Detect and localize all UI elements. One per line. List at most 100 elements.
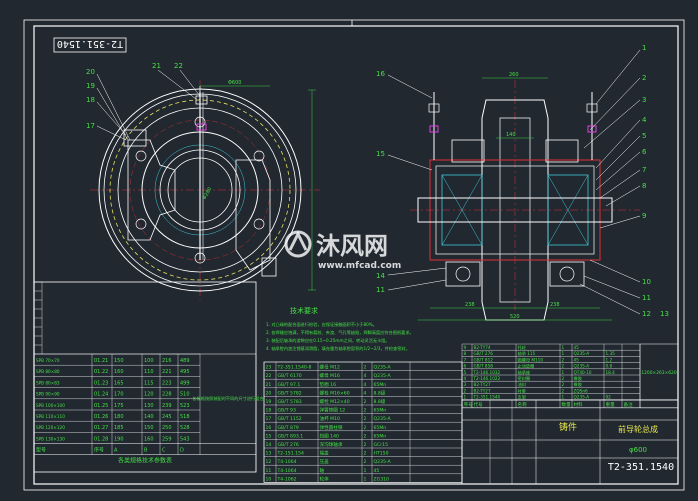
part-cell: T4-1064 — [277, 459, 297, 465]
callout-21: 21 — [152, 62, 161, 70]
part-cell: GB/T 276 — [474, 351, 494, 356]
part-cell: 65Mn — [374, 382, 387, 388]
part-cell: 8 — [464, 351, 467, 356]
part-cell: 92 — [606, 395, 612, 400]
part-cell: GB/T 5783 — [278, 399, 302, 405]
part-cell: 螺栓 M12×40 — [320, 398, 350, 405]
part-cell: 2 — [364, 459, 367, 465]
part-cell: 垫圈 16 — [320, 381, 337, 388]
part-cell: GB/T 812 — [474, 357, 494, 362]
param-header-cell: 序号 — [94, 447, 104, 454]
part-cell: 17 — [266, 416, 272, 422]
part-cell: 1 — [364, 476, 367, 482]
part-cell: 挡圈 140 — [320, 432, 339, 439]
part-cell: 2 — [562, 388, 565, 393]
tech-req-1: 1. 对凸缘的配合面进行检验，应保证接触面积不小于80%。 — [266, 321, 377, 328]
param-cell: 170 — [114, 392, 124, 398]
part-cell: 弹性圆柱销 — [320, 424, 343, 431]
part-cell: 橡胶 — [574, 375, 582, 382]
part-cell: 11 — [266, 468, 272, 474]
param-cell: 165 — [114, 380, 124, 386]
part-cell: 1 — [562, 345, 565, 350]
part-cell: 65Mn — [374, 408, 387, 414]
part-cell: 油杯 M10 — [320, 415, 341, 422]
param-cell: 239 — [162, 403, 172, 409]
part-cell: Q235-A — [374, 365, 392, 371]
part-cell: 止动垫圈 — [518, 363, 535, 370]
param-cell: SPB 130×130 — [36, 436, 65, 441]
part-cell: HT150 — [374, 451, 389, 457]
callout-19: 19 — [86, 82, 95, 90]
part-cell: GB/T 858 — [474, 364, 494, 369]
part-cell: 13 — [266, 451, 272, 457]
param-cell: 01.25 — [94, 403, 108, 409]
parts-header-cell: 备注 — [624, 401, 634, 408]
part-cell: 深沟球轴承 — [320, 441, 343, 448]
param-cell: SPB 80×80 — [36, 369, 60, 374]
dim-section-bottom-left: 238 — [465, 302, 475, 308]
parts-side-note: 1200×263×620 — [641, 370, 676, 376]
param-cell: 250 — [162, 425, 172, 431]
part-cell: 1.35 — [606, 351, 616, 356]
param-cell: SPB 70×70 — [36, 358, 60, 363]
param-cell: 160 — [144, 436, 154, 442]
drawing-canvas[interactable]: T2-351.1540 Φ600 Φ280 20 21 22 19 18 17 … — [0, 0, 698, 501]
param-cell: 01.26 — [94, 414, 108, 420]
part-cell: 18.4 — [606, 370, 616, 375]
param-cell: 01.28 — [94, 436, 108, 442]
dim-front-bore: Φ280 — [202, 186, 214, 201]
part-cell: 1 — [562, 351, 565, 356]
part-cell: 2 — [464, 388, 467, 393]
part-cell: GB/T 97.1 — [278, 382, 301, 388]
callout-6: 6 — [642, 148, 647, 156]
callout-16: 16 — [376, 70, 385, 78]
drawing-number-top: T2-351.1540 — [57, 38, 123, 49]
param-cell: 245 — [162, 414, 172, 420]
param-cell: 216 — [162, 358, 172, 364]
param-cell: 120 — [144, 392, 154, 398]
param-header-cell: C — [162, 448, 166, 454]
callout-11-left: 11 — [376, 286, 385, 294]
callout-18: 18 — [86, 96, 95, 104]
part-cell: 45 — [574, 357, 580, 362]
part-cell: ZQSn6 — [574, 388, 588, 393]
parts-header-cell: 序号 — [464, 401, 474, 408]
part-cell: 2 — [364, 433, 367, 439]
part-cell: 2 — [364, 442, 367, 448]
part-cell: 65Mn — [374, 425, 387, 431]
part-cell: GB/T 879 — [278, 425, 299, 431]
part-cell: 4 — [364, 382, 367, 388]
watermark-url: www.mfcad.com — [318, 261, 401, 271]
part-cell: 2 — [364, 399, 367, 405]
part-cell: T2-151.154 — [277, 451, 304, 457]
part-cell: 8.8级 — [374, 389, 386, 396]
part-cell: 8.8级 — [374, 398, 386, 405]
param-cell: 150 — [114, 358, 124, 364]
param-cell: SPB 110×110 — [36, 414, 65, 419]
param-cell: 01.21 — [94, 358, 108, 364]
part-cell: 12 — [266, 459, 272, 465]
param-cell: 528 — [180, 425, 190, 431]
part-cell: 2 — [364, 365, 367, 371]
part-cell: 1 — [562, 395, 565, 400]
part-cell: 45 — [574, 345, 580, 350]
part-cell: 18 — [266, 408, 272, 414]
param-cell: 01.27 — [94, 425, 108, 431]
param-cell: 150 — [144, 425, 154, 431]
parts-list-upper: 9 B2-TY74 托轮 1 45 8 GB/T 276 轴承 115 1 Q235-A 1.35 7… — [461, 343, 679, 409]
dim-section-bottom-right: 238 — [550, 302, 560, 308]
param-cell: 190 — [114, 436, 124, 442]
callout-22: 22 — [174, 62, 183, 70]
part-cell: 2 — [364, 425, 367, 431]
callout-20: 20 — [86, 68, 95, 76]
parts-header-cell: 重量 — [606, 401, 616, 408]
param-cell: SPB 100×100 — [36, 403, 65, 408]
part-cell: 螺栓 M16×60 — [320, 389, 350, 396]
callout-3: 3 — [642, 96, 646, 104]
callout-5: 5 — [642, 132, 646, 140]
part-cell: B2-TY27 — [474, 388, 491, 393]
tech-req-2: 2. 各焊缝应饱满，不得有裂纹、夹渣、气孔等缺陷，焊脚高度应符合图纸要求。 — [266, 329, 414, 336]
part-cell: 5 — [464, 370, 467, 375]
param-cell: 543 — [180, 436, 190, 442]
part-cell: 4 — [364, 373, 367, 379]
